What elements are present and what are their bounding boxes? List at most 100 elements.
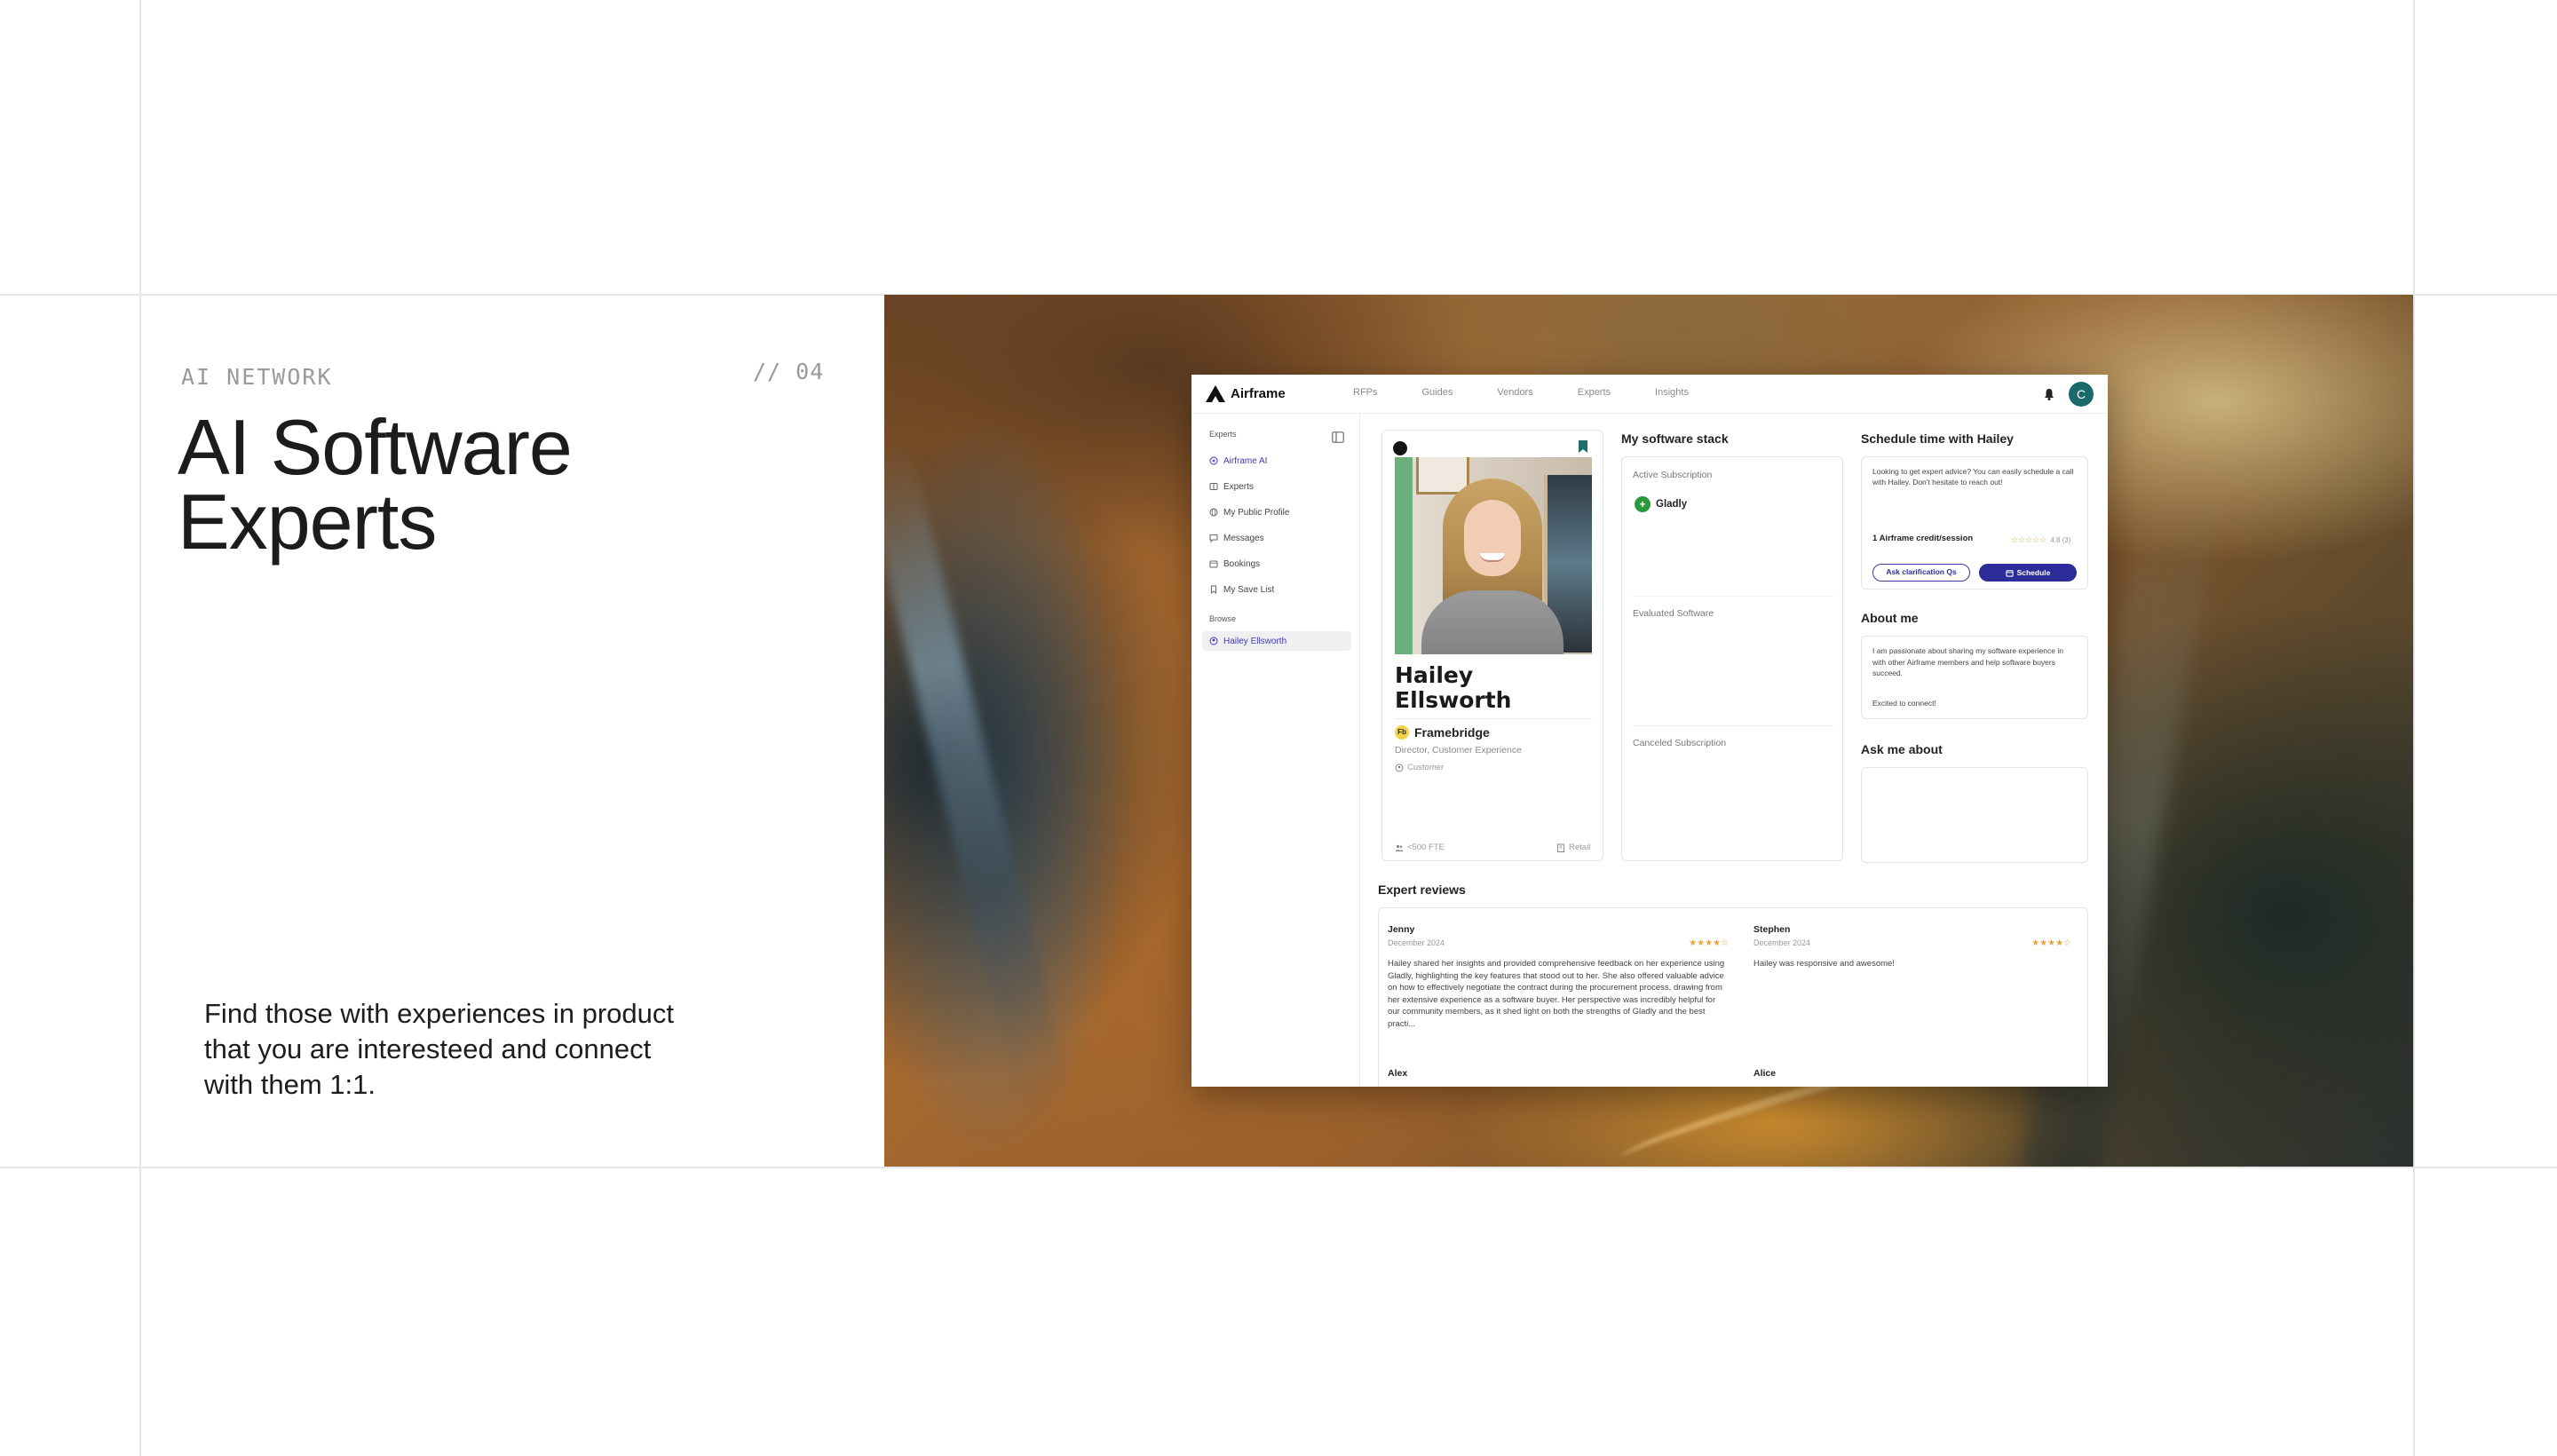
portrait-bg-green (1395, 457, 1413, 654)
software-stack-title: My software stack (1621, 431, 1729, 446)
about-sign-off: Excited to connect! (1872, 699, 1936, 708)
sidebar-item-label: My Public Profile (1223, 507, 1290, 518)
sidebar-item-experts[interactable]: Experts (1202, 477, 1351, 496)
sidebar-item-public-profile[interactable]: My Public Profile (1202, 502, 1351, 522)
sidebar-item-hailey-ellsworth[interactable]: Hailey Ellsworth (1202, 631, 1351, 651)
reviewer-name: Jenny (1388, 924, 1415, 935)
nav-rfps[interactable]: RFPs (1353, 387, 1378, 398)
rating-value: 4.8 (3) (2050, 536, 2071, 544)
software-item-gladly[interactable]: + Gladly (1635, 496, 1687, 512)
schedule-panel: Looking to get expert advice? You can ea… (1861, 456, 2088, 590)
ask-me-about-title: Ask me about (1861, 742, 1943, 756)
sidebar-item-airframe-ai[interactable]: Airframe AI (1202, 451, 1351, 471)
software-stack-panel: Active Subscription + Gladly Evaluated S… (1621, 456, 1843, 861)
book-icon (1209, 483, 1218, 490)
bell-icon[interactable] (2042, 387, 2056, 401)
slide-number: // 04 (753, 359, 825, 384)
sidebar-item-label: Hailey Ellsworth (1223, 636, 1287, 646)
divider (1633, 725, 1833, 726)
frame-line-left (139, 0, 141, 1456)
reviewer-name: Alice (1753, 1068, 1777, 1079)
nav-guides[interactable]: Guides (1422, 387, 1453, 398)
schedule-button-label: Schedule (2016, 568, 2051, 577)
rating-stars: ☆☆☆☆☆ (2011, 535, 2047, 544)
review-item: Stephen December 2024 ★★★★☆ Hailey was r… (1753, 924, 2071, 970)
reviewer-name: Alex (1388, 1068, 1408, 1079)
sidebar-item-label: Experts (1223, 481, 1254, 492)
gladly-logo-icon: + (1635, 496, 1651, 512)
people-icon (1395, 844, 1404, 851)
sidebar-item-bookings[interactable]: Bookings (1202, 554, 1351, 574)
active-subscription-label: Active Subscription (1633, 470, 1713, 480)
expert-name: Hailey Ellsworth (1395, 662, 1512, 713)
expert-company[interactable]: Fb Framebridge (1395, 725, 1490, 740)
software-name: Gladly (1656, 499, 1688, 510)
nav-vendors[interactable]: Vendors (1497, 387, 1532, 398)
review-text: Hailey was responsive and awesome! (1753, 959, 1895, 969)
company-name: Framebridge (1414, 725, 1490, 740)
section-eyebrow: AI NETWORK (181, 364, 333, 390)
nav-insights[interactable]: Insights (1655, 387, 1689, 398)
sidebar-heading-browse: Browse (1209, 614, 1237, 623)
divider (1395, 718, 1592, 719)
profile-badge-icon (1393, 441, 1407, 455)
title-line-2: Experts (178, 478, 437, 566)
sidebar-item-save-list[interactable]: My Save List (1202, 580, 1351, 599)
portrait-sweater (1421, 590, 1563, 654)
bookmark-icon (1211, 585, 1216, 594)
about-title: About me (1861, 611, 1919, 625)
industry: Retail (1556, 843, 1590, 852)
brand-logo[interactable]: Airframe (1206, 385, 1286, 402)
company-size: <500 FTE (1395, 843, 1445, 852)
review-item: Jenny December 2024 ★★★★☆ Hailey shared … (1388, 924, 1729, 1030)
expert-profile-card: Hailey Ellsworth Fb Framebridge Director… (1381, 430, 1603, 861)
brand-name: Airframe (1231, 386, 1286, 401)
sidebar: Experts Airframe AI Experts My Public Pr… (1191, 414, 1360, 1087)
ask-clarification-button[interactable]: Ask clarification Qs (1872, 564, 1970, 582)
sidebar-item-label: Bookings (1223, 558, 1261, 569)
review-item: Alex (1388, 1068, 1729, 1079)
frame-line-bottom (0, 1167, 2557, 1168)
credit-cost: 1 Airframe credit/session (1872, 534, 1974, 543)
sidebar-item-messages[interactable]: Messages (1202, 528, 1351, 548)
review-text: Hailey shared her insights and provided … (1388, 959, 1725, 1029)
expert-reviews-panel: Jenny December 2024 ★★★★☆ Hailey shared … (1378, 907, 2088, 1087)
schedule-title: Schedule time with Hailey (1861, 431, 2014, 446)
sidebar-collapse-icon[interactable] (1332, 431, 1344, 443)
water-streak (884, 440, 1073, 1108)
review-date: December 2024 (1753, 938, 1811, 947)
expert-job-title: Director, Customer Experience (1395, 745, 1522, 756)
sidebar-item-label: My Save List (1223, 584, 1275, 595)
globe-icon (1209, 508, 1218, 517)
schedule-description: Looking to get expert advice? You can ea… (1872, 467, 2074, 487)
user-circle-icon (1395, 764, 1404, 772)
page-title: AI Software Experts (178, 408, 817, 561)
user-circle-icon (1209, 637, 1218, 645)
review-date: December 2024 (1388, 938, 1445, 947)
company-size-label: <500 FTE (1407, 843, 1445, 852)
save-bookmark-icon[interactable] (1578, 439, 1588, 454)
expert-type: Customer (1395, 763, 1444, 772)
review-item: Alice (1753, 1068, 2094, 1079)
evaluated-software-label: Evaluated Software (1633, 608, 1714, 619)
ask-me-about-panel (1861, 767, 2088, 863)
expert-reviews-title: Expert reviews (1378, 882, 1466, 897)
frame-line-right (2413, 0, 2415, 1456)
user-avatar[interactable]: C (2069, 382, 2094, 407)
about-text: I am passionate about sharing my softwar… (1872, 646, 2063, 677)
sparkle-icon (1209, 456, 1218, 465)
review-stars: ★★★★☆ (1689, 938, 1729, 948)
nav-experts[interactable]: Experts (1578, 387, 1611, 398)
calendar-icon (2005, 569, 2014, 577)
calendar-icon (1209, 560, 1218, 568)
industry-label: Retail (1569, 843, 1591, 852)
about-panel: I am passionate about sharing my softwar… (1861, 636, 2088, 719)
framebridge-logo-icon: Fb (1395, 725, 1409, 740)
expert-type-label: Customer (1407, 763, 1445, 772)
schedule-button[interactable]: Schedule (1979, 564, 2077, 582)
sidebar-heading-experts: Experts (1209, 430, 1237, 439)
app-window: Airframe RFPs Guides Vendors Experts Ins… (1191, 375, 2108, 1087)
reviewer-name: Stephen (1753, 924, 1791, 935)
expert-rating: ☆☆☆☆☆ 4.8 (3) (2011, 535, 2070, 545)
review-stars: ★★★★☆ (2031, 938, 2071, 948)
